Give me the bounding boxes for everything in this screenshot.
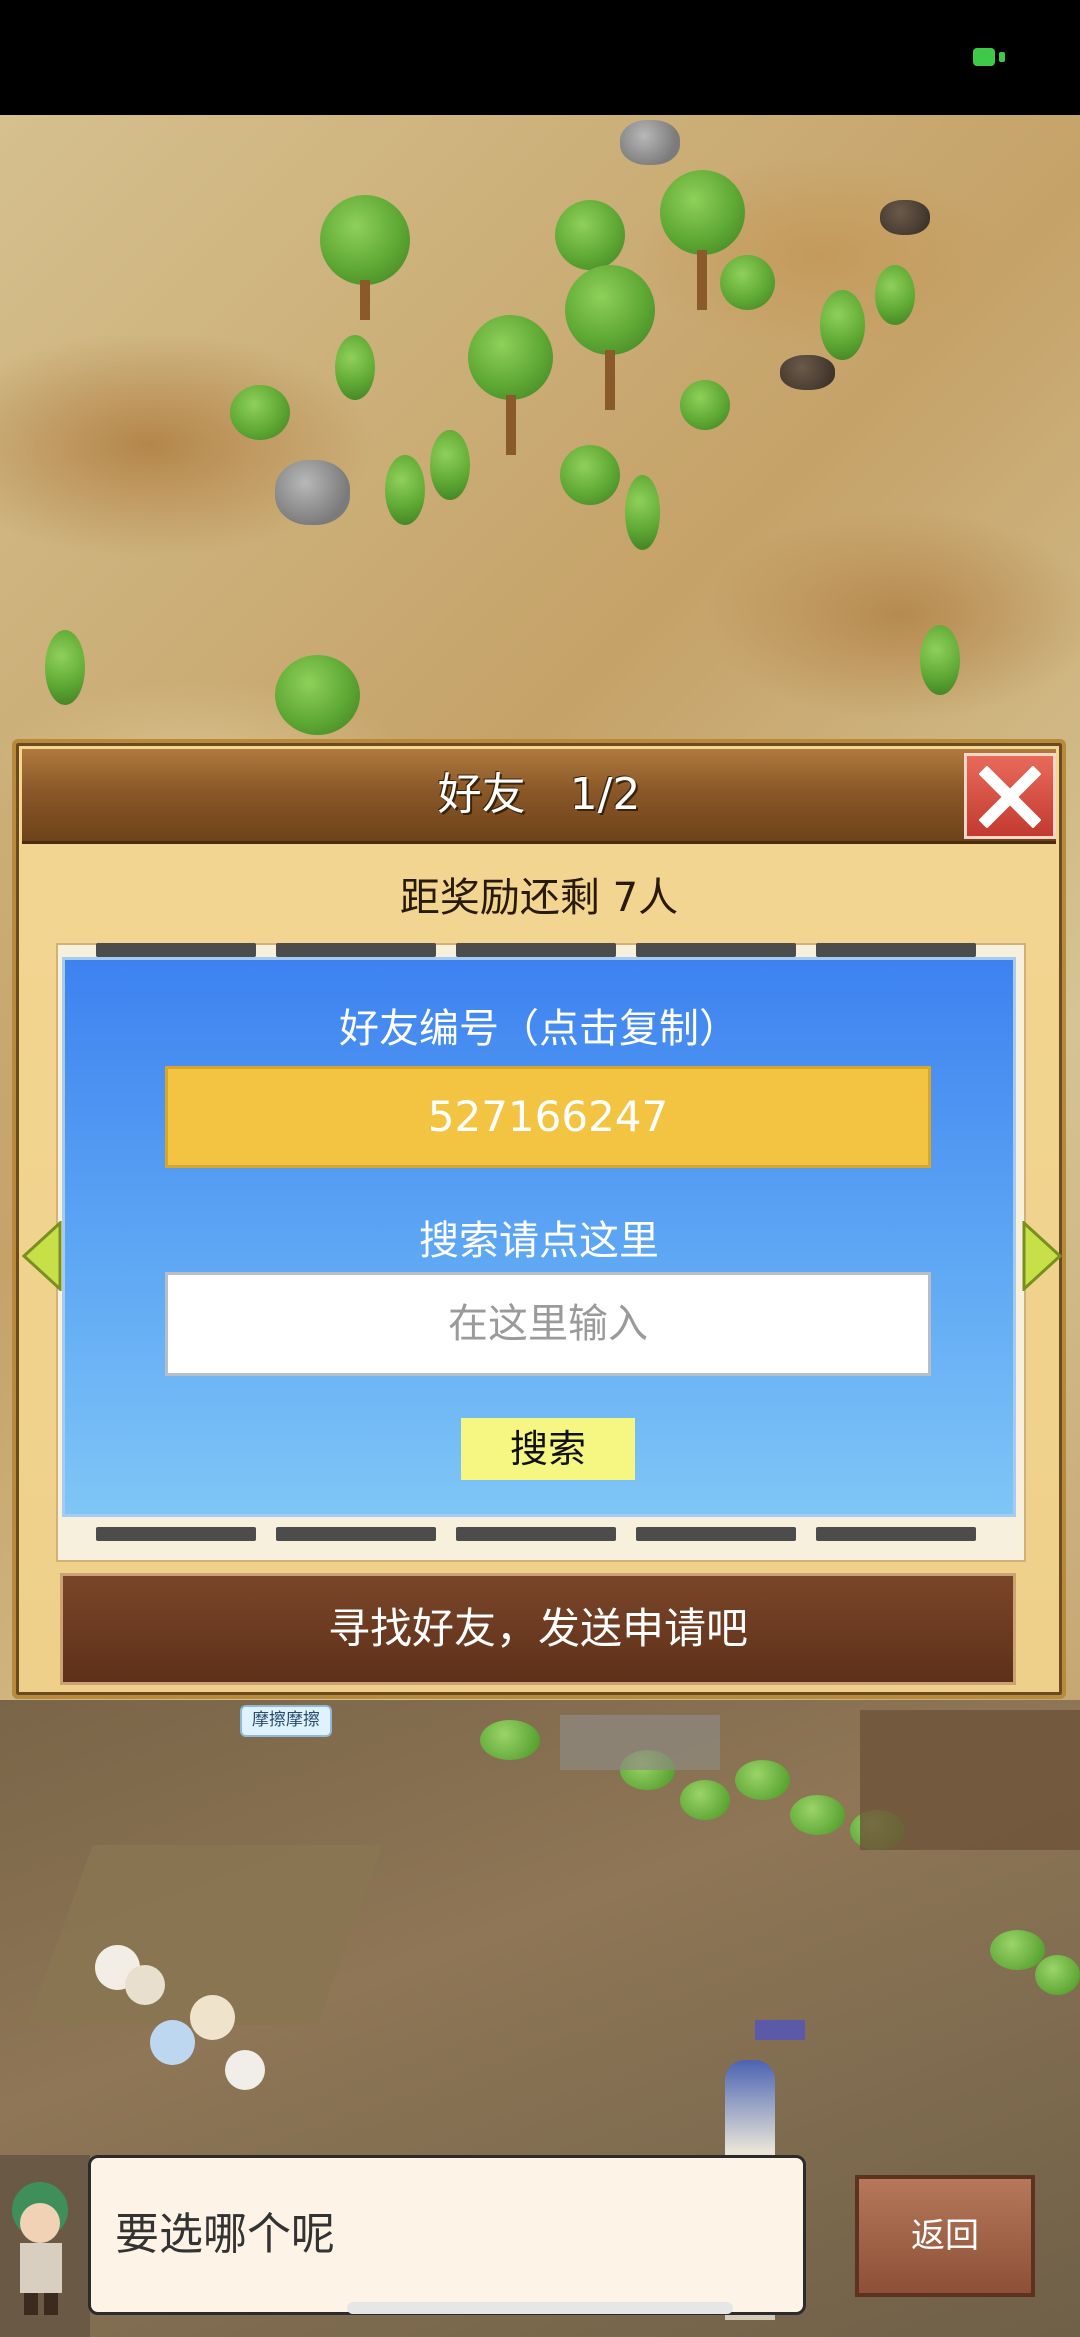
segment (636, 1527, 796, 1541)
tree-icon (920, 625, 960, 695)
tree-trunk (506, 395, 516, 455)
search-input[interactable]: 在这里输入 (165, 1272, 931, 1376)
close-button[interactable] (964, 753, 1056, 839)
status-bar (0, 0, 1080, 115)
tree-icon (680, 380, 730, 430)
stone-building (560, 1715, 720, 1770)
search-button[interactable]: 搜索 (461, 1418, 635, 1480)
tree-icon (820, 290, 865, 360)
battery-icon (973, 48, 995, 66)
egg-icon (190, 1995, 235, 2040)
dialog-title: 好友 1/2 (437, 769, 641, 820)
tree-icon (565, 265, 655, 355)
tree-icon (660, 170, 745, 255)
tree-icon (385, 455, 425, 525)
friend-search-panel: 好友编号（点击复制） 527166247 搜索请点这里 在这里输入 搜索 (62, 957, 1016, 1517)
segment (456, 1527, 616, 1541)
left-arrow-icon[interactable] (22, 1221, 62, 1291)
search-label: 搜索请点这里 (419, 1218, 659, 1264)
tree-trunk (697, 250, 707, 310)
bush-icon (680, 1780, 730, 1820)
tree-icon (45, 630, 85, 705)
friends-dialog: 好友 1/2 距奖励还剩 7人 好友编号（点击复制） 527166247 搜索请… (12, 739, 1066, 1699)
bottom-segments (56, 1527, 1022, 1545)
reward-remaining: 距奖励还剩 7人 (399, 875, 679, 921)
tree-trunk (360, 280, 370, 320)
tree-icon (625, 475, 660, 550)
bush-icon (480, 1720, 540, 1760)
bush-icon (790, 1795, 845, 1835)
battery-tip (999, 52, 1005, 62)
npc-speech-tag: 摩擦摩擦 (240, 1705, 332, 1737)
dialogue-text: 要选哪个呢 (115, 2209, 335, 2260)
egg-icon (150, 2020, 195, 2065)
tree-icon (560, 445, 620, 505)
tree-icon (230, 385, 290, 440)
segment (816, 1527, 976, 1541)
bush-icon (735, 1760, 790, 1800)
home-indicator[interactable] (347, 2302, 733, 2314)
segment (276, 943, 436, 957)
tree-icon (430, 430, 470, 500)
segment (96, 1527, 256, 1541)
tree-icon (720, 255, 775, 310)
find-friends-banner[interactable]: 寻找好友，发送申请吧 (60, 1573, 1016, 1685)
friend-id-label: 好友编号（点击复制） (339, 1006, 739, 1052)
rock-icon (880, 200, 930, 235)
segment (636, 943, 796, 957)
egg-icon (225, 2050, 265, 2090)
dialogue-box: 要选哪个呢 (88, 2155, 806, 2315)
segment (456, 943, 616, 957)
bush-icon (990, 1930, 1045, 1970)
right-arrow-icon[interactable] (1022, 1221, 1062, 1291)
wooden-building (860, 1710, 1080, 1850)
tree-icon (555, 200, 625, 270)
rock-icon (620, 120, 680, 165)
tree-icon (468, 315, 553, 400)
rock-icon (780, 355, 835, 390)
close-icon (979, 766, 1041, 828)
tree-icon (875, 265, 915, 325)
segment (816, 943, 976, 957)
tree-icon (320, 195, 410, 285)
tree-trunk (605, 350, 615, 410)
dialog-header: 好友 1/2 (22, 749, 1056, 844)
back-button[interactable]: 返回 (855, 2175, 1035, 2297)
tree-icon (275, 655, 360, 735)
bush-icon (1035, 1955, 1080, 1995)
egg-icon (125, 1965, 165, 2005)
tree-icon (335, 335, 375, 400)
character-avatar (0, 2155, 90, 2337)
flag-icon (755, 2020, 805, 2040)
segment (276, 1527, 436, 1541)
friend-id-copy[interactable]: 527166247 (165, 1066, 931, 1168)
rock-icon (275, 460, 350, 525)
segment (96, 943, 256, 957)
